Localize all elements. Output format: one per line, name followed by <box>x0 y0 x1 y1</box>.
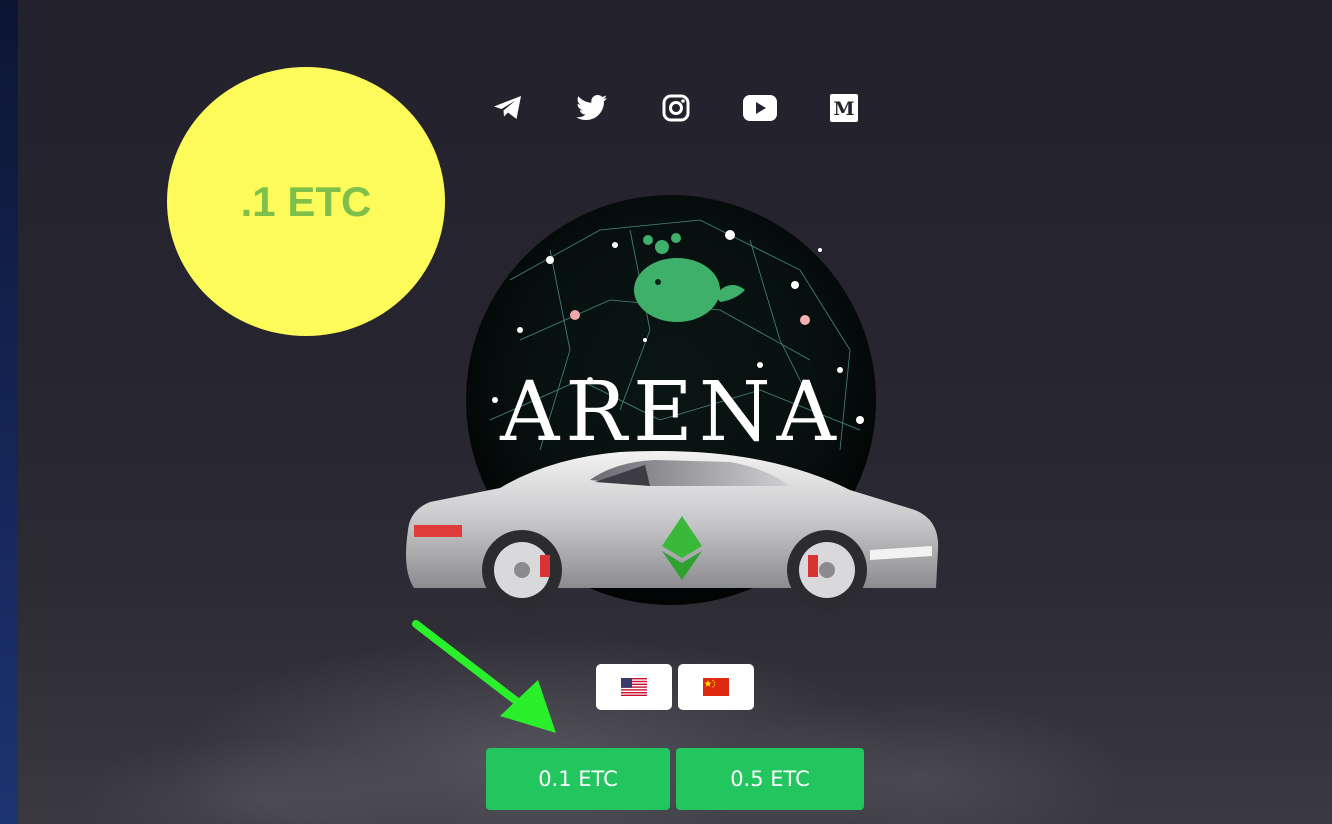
medium-link[interactable]: M <box>826 90 862 126</box>
twitter-icon <box>576 95 607 120</box>
left-edge-strip <box>0 0 18 824</box>
green-arrow-annotation <box>410 618 570 738</box>
arena-logo-text: ARENA <box>499 365 842 460</box>
youtube-link[interactable] <box>742 90 778 126</box>
lang-english-button[interactable] <box>596 664 672 710</box>
social-links-bar: M <box>490 90 862 126</box>
svg-text:M: M <box>833 98 854 120</box>
amount-0-1-etc-button[interactable]: 0.1 ETC <box>486 748 670 810</box>
instagram-icon <box>662 94 690 122</box>
us-flag-icon <box>621 678 647 696</box>
amount-0-5-etc-button[interactable]: 0.5 ETC <box>676 748 864 810</box>
language-selector <box>596 664 754 710</box>
lang-chinese-button[interactable] <box>678 664 754 710</box>
telegram-link[interactable] <box>490 90 526 126</box>
twitter-link[interactable] <box>574 90 610 126</box>
instagram-link[interactable] <box>658 90 694 126</box>
youtube-icon <box>743 95 777 121</box>
medium-icon: M <box>830 94 858 122</box>
price-badge-text: .1 ETC <box>240 177 372 225</box>
china-flag-icon <box>703 678 729 696</box>
telegram-icon <box>494 96 521 119</box>
amount-selector: 0.1 ETC 0.5 ETC <box>486 748 864 810</box>
arena-logo: ARENA <box>400 190 945 615</box>
